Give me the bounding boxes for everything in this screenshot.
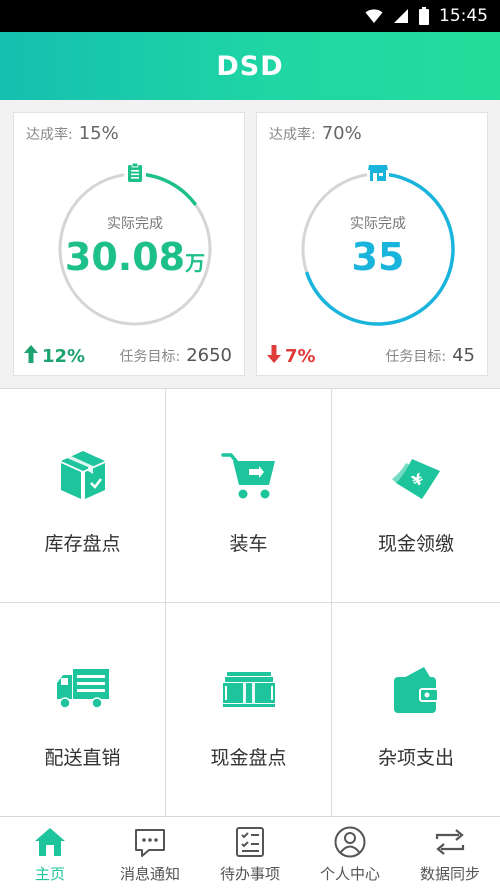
function-grid: 库存盘点 装车 ¥ 现金领缴 配送直销 现金盘点 杂项支出 <box>0 388 500 817</box>
direct-delivery-button[interactable]: 配送直销 <box>0 603 166 817</box>
store-icon <box>367 161 389 183</box>
target-value: 2650 <box>186 345 232 366</box>
arrow-down-icon <box>267 345 281 368</box>
actual-completed-value: 35 <box>298 235 458 279</box>
change-indicator: 12% <box>24 345 85 368</box>
tab-sync[interactable]: 数据同步 <box>400 817 500 888</box>
battery-icon <box>419 7 429 25</box>
page-title: DSD <box>216 50 284 82</box>
rate-value: 15% <box>78 123 119 144</box>
money-stack-icon <box>221 661 277 717</box>
value-unit: 万 <box>185 251 206 275</box>
tab-label: 数据同步 <box>419 865 480 883</box>
tab-home[interactable]: 主页 <box>0 817 100 888</box>
task-target: 任务目标: 45 <box>385 345 475 366</box>
message-icon <box>133 825 167 859</box>
tile-label: 杂项支出 <box>377 747 454 769</box>
tile-label: 配送直销 <box>44 747 121 769</box>
summary-cards: 达成率: 15% 实际完成 30.08万 12% 任务目标: 2650 达成率:… <box>0 100 500 388</box>
target-label: 任务目标: <box>119 349 181 365</box>
task-target: 任务目标: 2650 <box>119 345 232 366</box>
sales-summary-card[interactable]: 达成率: 15% 实际完成 30.08万 12% 任务目标: 2650 <box>13 112 245 376</box>
home-icon <box>33 825 67 859</box>
wifi-icon <box>365 8 383 24</box>
loading-button[interactable]: 装车 <box>166 389 332 603</box>
ring-caption: 实际完成 <box>350 216 406 232</box>
target-value: 45 <box>452 345 475 366</box>
tab-label: 主页 <box>34 865 65 883</box>
status-time: 15:45 <box>439 6 488 26</box>
tab-profile[interactable]: 个人中心 <box>300 817 400 888</box>
tab-label: 个人中心 <box>319 865 380 883</box>
app-header: DSD <box>0 32 500 100</box>
tile-label: 库存盘点 <box>44 533 121 555</box>
inventory-check-button[interactable]: 库存盘点 <box>0 389 166 603</box>
change-value: 12% <box>42 346 86 367</box>
wallet-icon <box>388 661 444 717</box>
tab-messages[interactable]: 消息通知 <box>100 817 200 888</box>
rate-label: 达成率: <box>26 127 73 143</box>
bottom-tab-bar: 主页 消息通知 待办事项 个人中心 数据同步 <box>0 816 500 888</box>
change-value: 7% <box>285 346 316 367</box>
todo-list-icon <box>233 825 267 859</box>
tile-label: 装车 <box>229 533 268 555</box>
cash-count-button[interactable]: 现金盘点 <box>166 603 332 817</box>
actual-completed-value: 30.08万 <box>55 235 215 279</box>
tile-label: 现金领缴 <box>377 533 454 555</box>
misc-expense-button[interactable]: 杂项支出 <box>332 603 500 817</box>
value-number: 35 <box>351 235 405 279</box>
change-indicator: 7% <box>267 345 316 368</box>
user-icon <box>333 825 367 859</box>
sync-icon <box>433 825 467 859</box>
arrow-up-icon <box>24 345 38 368</box>
progress-ring: 实际完成 35 <box>298 161 458 329</box>
value-number: 30.08 <box>64 235 186 279</box>
store-summary-card[interactable]: 达成率: 70% 实际完成 35 7% 任务目标: 45 <box>256 112 488 376</box>
shopping-cart-icon <box>220 447 277 503</box>
tab-todo[interactable]: 待办事项 <box>200 817 300 888</box>
inventory-box-icon <box>55 447 111 503</box>
rate-value: 70% <box>321 123 362 144</box>
progress-ring: 实际完成 30.08万 <box>55 161 215 329</box>
achievement-rate: 达成率: 70% <box>269 123 362 144</box>
clipboard-icon <box>124 161 146 183</box>
tile-label: 现金盘点 <box>210 747 287 769</box>
status-bar: 15:45 <box>0 0 500 32</box>
cash-note-icon: ¥ <box>388 447 444 503</box>
signal-icon <box>393 8 409 24</box>
tab-label: 待办事项 <box>219 865 280 883</box>
rate-label: 达成率: <box>269 127 316 143</box>
achievement-rate: 达成率: 15% <box>26 123 119 144</box>
tab-label: 消息通知 <box>119 865 180 883</box>
ring-caption: 实际完成 <box>107 216 163 232</box>
cash-collection-button[interactable]: ¥ 现金领缴 <box>332 389 500 603</box>
target-label: 任务目标: <box>385 349 447 365</box>
delivery-truck-icon <box>55 661 111 717</box>
